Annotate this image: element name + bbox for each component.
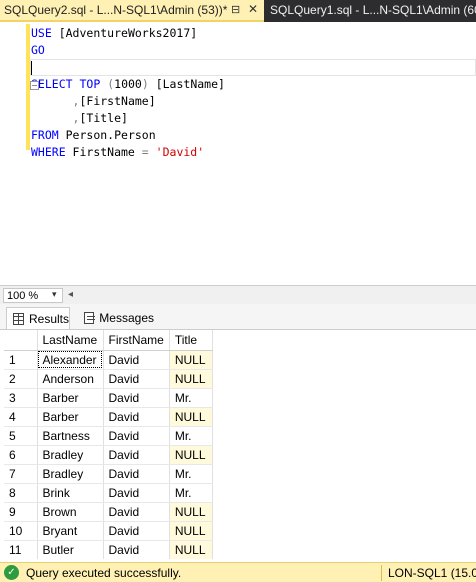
cell-lastname[interactable]: Bradley xyxy=(37,445,104,465)
results-tab-strip: Results Messages xyxy=(0,304,476,329)
scroll-left-icon[interactable]: ◂ xyxy=(68,289,73,300)
cell-firstname[interactable]: David xyxy=(103,426,170,446)
tab-sqlquery2[interactable]: SQLQuery2.sql - L...N-SQL1\Admin (53))* … xyxy=(0,0,264,22)
cell-firstname[interactable]: David xyxy=(103,407,170,427)
row-number[interactable]: 2 xyxy=(4,369,38,389)
cell-title[interactable]: NULL xyxy=(169,369,213,389)
table-row[interactable]: 6 Bradley David NULL xyxy=(4,445,213,465)
zoom-dropdown[interactable]: 100 % ▾ xyxy=(3,288,63,303)
tab-results[interactable]: Results xyxy=(6,307,70,329)
code-line-4: − SELECT TOP (1000) [LastName] xyxy=(30,77,225,91)
collapse-icon[interactable]: − xyxy=(30,81,39,90)
cell-title[interactable]: NULL xyxy=(169,502,213,522)
column-header-title[interactable]: Title xyxy=(169,330,213,351)
zoom-value: 100 % xyxy=(7,290,39,302)
cell-title[interactable]: Mr. xyxy=(169,426,213,446)
code-line-7: FROM Person.Person xyxy=(31,128,156,142)
table-row[interactable]: 10 Bryant David NULL xyxy=(4,521,213,541)
text-caret xyxy=(31,60,32,75)
cell-firstname[interactable]: David xyxy=(103,502,170,522)
row-number[interactable]: 10 xyxy=(4,521,38,541)
code-line-6: ,[Title] xyxy=(72,111,128,125)
table-row[interactable]: 4 Barber David NULL xyxy=(4,407,213,427)
row-number[interactable]: 4 xyxy=(4,407,38,427)
row-number-header[interactable] xyxy=(4,330,38,351)
cell-firstname[interactable]: David xyxy=(103,445,170,465)
cell-title[interactable]: Mr. xyxy=(169,483,213,503)
code-line-5: ,[FirstName] xyxy=(72,94,156,108)
document-tab-strip: SQLQuery2.sql - L...N-SQL1\Admin (53))* … xyxy=(0,0,476,22)
cell-lastname[interactable]: Butler xyxy=(37,540,104,559)
cell-firstname[interactable]: David xyxy=(103,521,170,541)
close-icon[interactable]: ✕ xyxy=(248,2,258,16)
table-row[interactable]: 2 Anderson David NULL xyxy=(4,369,213,389)
results-table: LastName FirstName Title 1 Alexander David… xyxy=(4,330,213,559)
chevron-down-icon[interactable]: ▾ xyxy=(52,289,57,300)
code-line-1: USE [AdventureWorks2017] xyxy=(31,26,198,40)
row-number[interactable]: 8 xyxy=(4,483,38,503)
results-grid[interactable]: LastName FirstName Title 1 Alexander David… xyxy=(0,329,476,559)
cell-lastname[interactable]: Brink xyxy=(37,483,104,503)
cell-title[interactable]: NULL xyxy=(169,350,213,370)
status-bar: ✓ Query executed successfully. LON-SQL1 … xyxy=(0,562,476,582)
cell-firstname[interactable]: David xyxy=(103,388,170,408)
row-number[interactable]: 5 xyxy=(4,426,38,446)
cell-lastname[interactable]: Anderson xyxy=(37,369,104,389)
cell-title[interactable]: Mr. xyxy=(169,464,213,484)
header-row: LastName FirstName Title xyxy=(4,330,213,351)
editor-zoom-bar: 100 % ▾ ◂ xyxy=(0,285,476,304)
row-number[interactable]: 6 xyxy=(4,445,38,465)
cell-firstname[interactable]: David xyxy=(103,540,170,559)
cell-title[interactable]: NULL xyxy=(169,445,213,465)
row-number[interactable]: 9 xyxy=(4,502,38,522)
row-number[interactable]: 7 xyxy=(4,464,38,484)
tab-title: SQLQuery2.sql - L...N-SQL1\Admin (53))* xyxy=(4,3,228,17)
table-row[interactable]: 5 Bartness David Mr. xyxy=(4,426,213,446)
cell-lastname[interactable]: Barber xyxy=(37,388,104,408)
table-row[interactable]: 9 Brown David NULL xyxy=(4,502,213,522)
column-header-lastname[interactable]: LastName xyxy=(37,330,104,351)
cell-lastname[interactable]: Brown xyxy=(37,502,104,522)
cell-firstname[interactable]: David xyxy=(103,483,170,503)
table-row[interactable]: 1 Alexander David NULL xyxy=(4,350,213,370)
tab-sqlquery1[interactable]: SQLQuery1.sql - L...N-SQL1\Admin (60 xyxy=(266,0,476,22)
tab-messages[interactable]: Messages xyxy=(78,307,154,329)
row-number[interactable]: 1 xyxy=(4,350,38,370)
row-number[interactable]: 3 xyxy=(4,388,38,408)
cell-lastname[interactable]: Alexander xyxy=(37,350,104,370)
cell-title[interactable]: NULL xyxy=(169,521,213,541)
cell-firstname[interactable]: David xyxy=(103,350,170,370)
cell-firstname[interactable]: David xyxy=(103,369,170,389)
cell-firstname[interactable]: David xyxy=(103,464,170,484)
tab-messages-label: Messages xyxy=(99,311,154,325)
status-message: Query executed successfully. xyxy=(26,566,182,580)
cell-lastname[interactable]: Bartness xyxy=(37,426,104,446)
grid-icon xyxy=(13,312,24,325)
row-number[interactable]: 11 xyxy=(4,540,38,559)
table-row[interactable]: 8 Brink David Mr. xyxy=(4,483,213,503)
cell-lastname[interactable]: Bryant xyxy=(37,521,104,541)
code-line-8: WHERE FirstName = 'David' xyxy=(31,145,205,159)
server-name: LON-SQL1 (15.0 xyxy=(388,566,476,580)
code-line-3 xyxy=(31,59,225,76)
pin-icon[interactable]: ⊟ xyxy=(231,3,240,16)
cell-title[interactable]: NULL xyxy=(169,407,213,427)
cell-title[interactable]: NULL xyxy=(169,540,213,559)
cell-lastname[interactable]: Bradley xyxy=(37,464,104,484)
tab-title: SQLQuery1.sql - L...N-SQL1\Admin (60 xyxy=(270,3,476,17)
cell-lastname[interactable]: Barber xyxy=(37,407,104,427)
cell-title[interactable]: Mr. xyxy=(169,388,213,408)
status-divider xyxy=(381,565,382,581)
column-header-firstname[interactable]: FirstName xyxy=(103,330,170,351)
tab-results-label: Results xyxy=(28,311,69,326)
query-editor[interactable]: USE [AdventureWorks2017] GO − SELECT TOP … xyxy=(0,22,476,285)
code-text[interactable]: USE [AdventureWorks2017] GO − SELECT TOP … xyxy=(30,25,225,161)
table-row[interactable]: 11 Butler David NULL xyxy=(4,540,213,559)
code-line-2: GO xyxy=(31,43,45,57)
table-row[interactable]: 3 Barber David Mr. xyxy=(4,388,213,408)
messages-icon xyxy=(84,312,96,324)
success-icon: ✓ xyxy=(4,565,19,580)
table-row[interactable]: 7 Bradley David Mr. xyxy=(4,464,213,484)
